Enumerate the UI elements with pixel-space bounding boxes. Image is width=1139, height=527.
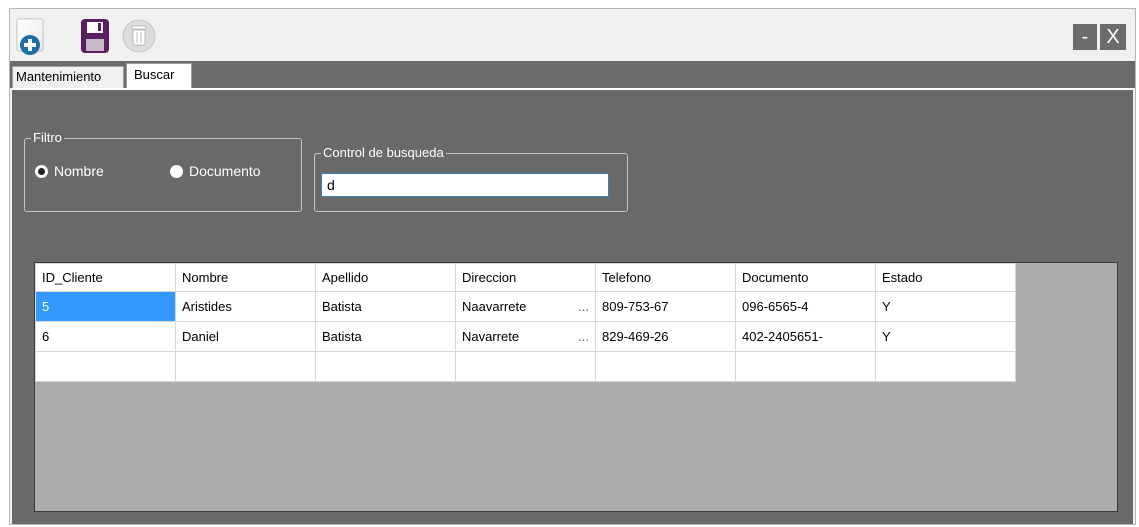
table-cell[interactable] bbox=[735, 351, 876, 382]
table-cell[interactable]: Y bbox=[875, 321, 1016, 352]
table-cell[interactable]: 096-6565-4 bbox=[735, 291, 876, 322]
table-new-row[interactable] bbox=[35, 351, 1016, 382]
filter-legend: Filtro bbox=[31, 130, 64, 146]
cell-text: Navarrete bbox=[462, 329, 520, 344]
column-header[interactable]: Telefono bbox=[595, 263, 736, 292]
table-cell[interactable]: 5 bbox=[35, 291, 176, 322]
column-header[interactable]: Nombre bbox=[175, 263, 316, 292]
table-cell[interactable] bbox=[875, 351, 1016, 382]
column-header[interactable]: Apellido bbox=[315, 263, 456, 292]
new-record-button[interactable] bbox=[14, 17, 52, 57]
radio-circle-icon bbox=[170, 164, 183, 178]
search-group: Control de busqueda bbox=[314, 145, 628, 212]
radio-documento[interactable]: Documento bbox=[170, 163, 261, 179]
table-cell[interactable]: 402-2405651- bbox=[735, 321, 876, 352]
search-input[interactable] bbox=[321, 173, 609, 197]
close-button[interactable]: X bbox=[1100, 24, 1126, 50]
results-table: ID_Cliente Nombre Apellido Direccion Tel… bbox=[35, 263, 1016, 382]
delete-button[interactable] bbox=[120, 17, 158, 57]
column-header[interactable]: Direccion bbox=[455, 263, 596, 292]
table-cell[interactable]: 6 bbox=[35, 321, 176, 352]
radio-nombre[interactable]: Nombre bbox=[35, 163, 104, 179]
new-record-icon bbox=[16, 18, 44, 55]
tab-buscar[interactable]: Buscar bbox=[126, 63, 192, 88]
ellipsis-button[interactable]: ... bbox=[578, 299, 589, 314]
table-header-row: ID_Cliente Nombre Apellido Direccion Tel… bbox=[35, 263, 1016, 292]
main-window: - X Mantenimiento Buscar Filtro Nombre D… bbox=[9, 8, 1136, 525]
table-cell[interactable]: Y bbox=[875, 291, 1016, 322]
table-cell[interactable]: 829-469-26 bbox=[595, 321, 736, 352]
column-header[interactable]: Estado bbox=[875, 263, 1016, 292]
table-cell[interactable] bbox=[35, 351, 176, 382]
table-cell[interactable]: 809-753-67 bbox=[595, 291, 736, 322]
table-row[interactable]: 5 Aristides Batista Naavarrete... 809-75… bbox=[35, 291, 1016, 322]
table-row[interactable]: 6 Daniel Batista Navarrete... 829-469-26… bbox=[35, 321, 1016, 352]
search-panel: Filtro Nombre Documento Control de busqu… bbox=[12, 88, 1133, 524]
save-floppy-icon bbox=[81, 19, 109, 53]
tab-mantenimiento[interactable]: Mantenimiento bbox=[12, 66, 124, 88]
save-button[interactable] bbox=[76, 17, 114, 57]
radio-nombre-label: Nombre bbox=[54, 163, 104, 179]
search-legend: Control de busqueda bbox=[321, 145, 446, 161]
table-cell[interactable]: Daniel bbox=[175, 321, 316, 352]
cell-text: Naavarrete bbox=[462, 299, 527, 314]
table-cell[interactable] bbox=[455, 351, 596, 382]
minimize-button[interactable]: - bbox=[1073, 24, 1097, 50]
table-cell[interactable]: Navarrete... bbox=[455, 321, 596, 352]
table-cell[interactable]: Aristides bbox=[175, 291, 316, 322]
table-cell[interactable] bbox=[315, 351, 456, 382]
column-header[interactable]: ID_Cliente bbox=[35, 263, 176, 292]
table-cell[interactable]: Batista bbox=[315, 321, 456, 352]
ellipsis-button[interactable]: ... bbox=[578, 329, 589, 344]
filter-group: Filtro Nombre Documento bbox=[24, 130, 302, 212]
radio-circle-icon bbox=[35, 164, 48, 178]
table-cell[interactable] bbox=[595, 351, 736, 382]
table-cell[interactable]: Naavarrete... bbox=[455, 291, 596, 322]
tab-strip: Mantenimiento Buscar bbox=[10, 61, 1135, 88]
column-header[interactable]: Documento bbox=[735, 263, 876, 292]
table-cell[interactable]: Batista bbox=[315, 291, 456, 322]
results-grid[interactable]: ID_Cliente Nombre Apellido Direccion Tel… bbox=[34, 262, 1118, 512]
toolbar: - X bbox=[10, 9, 1135, 61]
radio-documento-label: Documento bbox=[189, 163, 261, 179]
delete-trash-icon bbox=[122, 19, 156, 53]
table-cell[interactable] bbox=[175, 351, 316, 382]
